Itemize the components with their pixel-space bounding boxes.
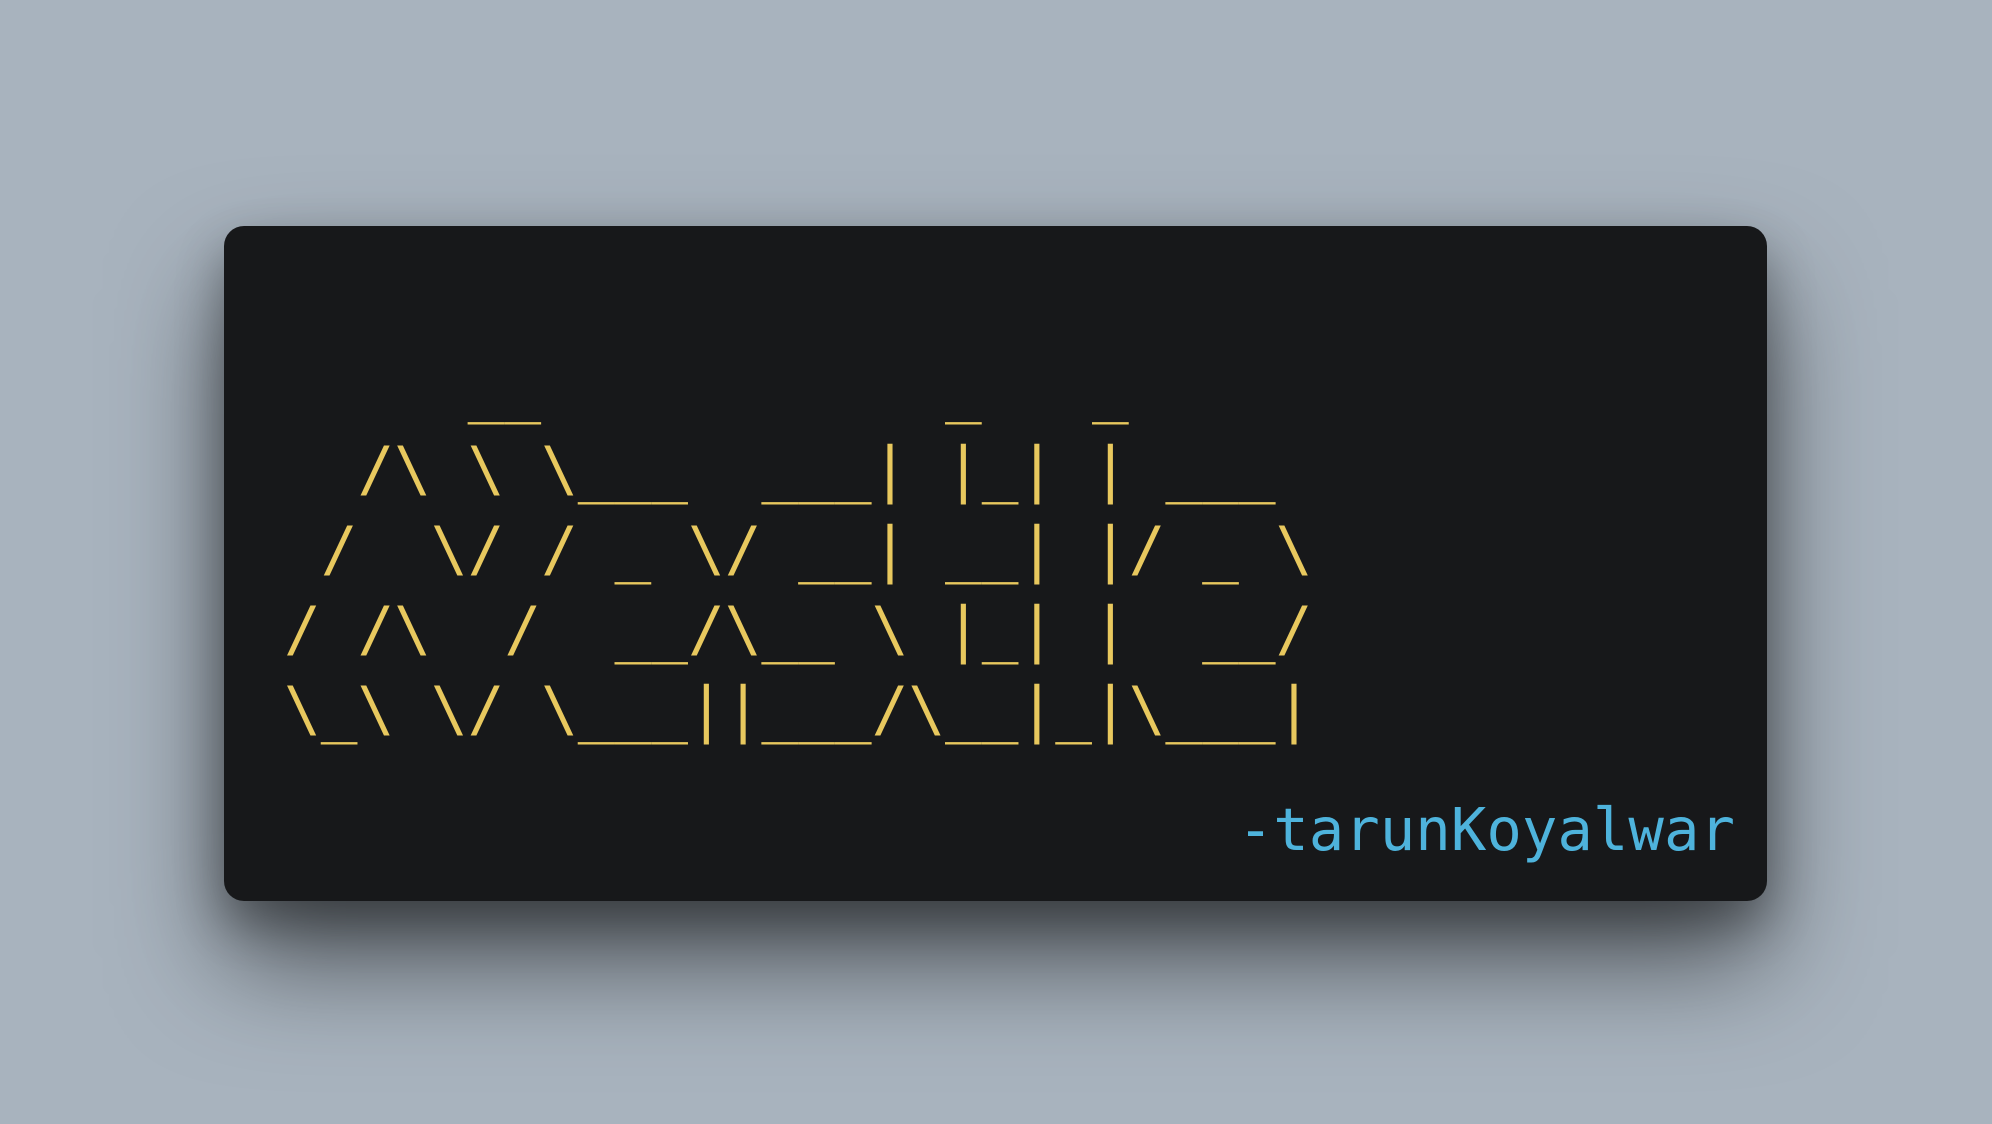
- ascii-art-line: \_\ \/ \___||___/\__|_|\___|: [284, 674, 1313, 745]
- ascii-art-line: / \/ / _ \/ __| __| |/ _ \: [284, 514, 1313, 585]
- ascii-art-line: /\ \ \___ ___| |_| | ___: [284, 434, 1276, 505]
- ascii-art-line: / /\ / __/\__ \ |_| | __/: [284, 594, 1313, 665]
- ascii-art-logo: __ _ _ /\ \ \___ ___| |_| | ___ / \/ / _…: [284, 350, 1312, 750]
- ascii-art-line: __ _ _: [284, 354, 1129, 425]
- ascii-banner-card: __ _ _ /\ \ \___ ___| |_| | ___ / \/ / _…: [224, 226, 1767, 901]
- author-signature: -tarunKoyalwar: [1237, 795, 1735, 864]
